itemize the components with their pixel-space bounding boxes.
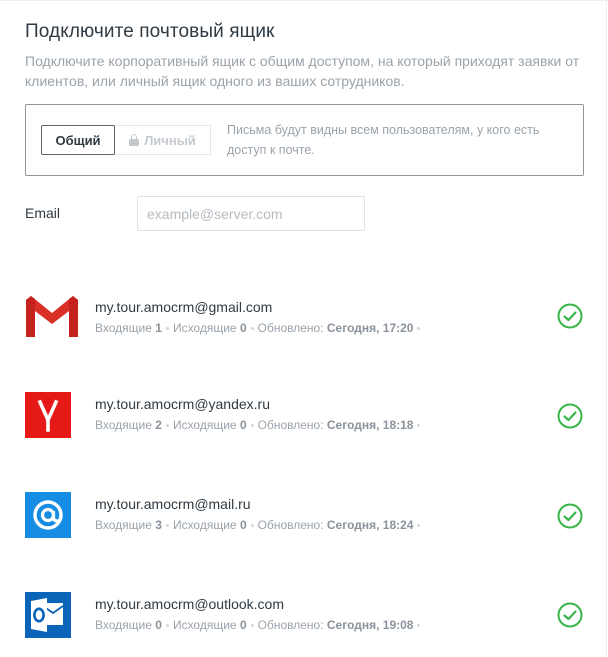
mailbox-stats: Входящие 3 Исходящие 0 Обновлено: Сегодня,… [95,518,424,532]
gmail-icon [26,296,78,338]
shared-access-button[interactable]: Общий [41,125,115,155]
page-title: Подключите почтовый ящик [25,21,275,42]
lock-icon [129,134,140,146]
access-type-switch: Общий Личный [41,125,211,155]
mailbox-stats: Входящие 0 Исходящие 0 Обновлено: Сегодня,… [95,618,424,632]
incoming-label: Входящие [95,618,152,632]
personal-access-label: Личный [144,132,196,148]
outgoing-count: 0 [239,418,247,432]
access-hint: Письма будут видны всем пользователям, у… [227,123,540,157]
outgoing-label: Исходящие [172,618,237,632]
access-type-box: Общий Личный Письма будут видны всем пол… [25,104,584,176]
check-circle-icon [557,303,583,329]
incoming-count: 0 [155,618,162,632]
updated-label: Обновлено: [257,418,324,432]
email-label: Email [25,205,61,221]
incoming-count: 3 [155,518,162,532]
mailru-icon [25,492,71,538]
right-divider [606,0,607,657]
updated-time: Сегодня, 18:24 [326,518,414,532]
page-subtitle: Подключите корпоративный ящик с общим до… [25,53,580,89]
mailbox-stats: Входящие 1 Исходящие 0 Обновлено: Сегодня,… [95,321,424,335]
mailbox-item-mailru[interactable]: my.tour.amocrm@mail.ru Входящие 3 Исходящ… [25,492,595,552]
personal-access-button[interactable]: Личный [115,125,211,155]
outgoing-label: Исходящие [172,321,237,335]
shared-access-label: Общий [55,132,101,148]
top-divider [0,0,608,1]
incoming-label: Входящие [95,518,152,532]
outgoing-label: Исходящие [172,418,237,432]
updated-time: Сегодня, 17:20 [326,321,414,335]
incoming-count: 2 [155,418,162,432]
outgoing-count: 0 [239,321,247,335]
mailbox-address: my.tour.amocrm@outlook.com [95,596,285,612]
mailbox-address: my.tour.amocrm@yandex.ru [95,396,271,412]
incoming-label: Входящие [95,321,152,335]
updated-label: Обновлено: [257,321,324,335]
email-input[interactable] [137,196,365,231]
outgoing-count: 0 [239,518,247,532]
incoming-label: Входящие [95,418,152,432]
mailbox-item-yandex[interactable]: my.tour.amocrm@yandex.ru Входящие 2 Исход… [25,392,595,452]
updated-label: Обновлено: [257,618,324,632]
check-circle-icon [557,602,583,628]
connect-mailbox-panel: Подключите почтовый ящик Подключите корп… [0,0,608,657]
mailbox-address: my.tour.amocrm@mail.ru [95,496,251,512]
outgoing-count: 0 [239,618,247,632]
incoming-count: 1 [155,321,162,335]
updated-time: Сегодня, 19:08 [326,618,414,632]
updated-label: Обновлено: [257,518,324,532]
outgoing-label: Исходящие [172,518,237,532]
check-circle-icon [557,403,583,429]
check-circle-icon [557,503,583,529]
updated-time: Сегодня, 18:18 [326,418,414,432]
mailbox-stats: Входящие 2 Исходящие 0 Обновлено: Сегодня,… [95,418,424,432]
mailbox-address: my.tour.amocrm@gmail.com [95,299,273,315]
mailbox-item-gmail[interactable]: my.tour.amocrm@gmail.com Входящие 1 Исход… [25,295,595,355]
mailbox-item-outlook[interactable]: my.tour.amocrm@outlook.com Входящие 0 Исх… [25,592,595,652]
outlook-icon [25,592,71,638]
yandex-icon [25,392,71,438]
